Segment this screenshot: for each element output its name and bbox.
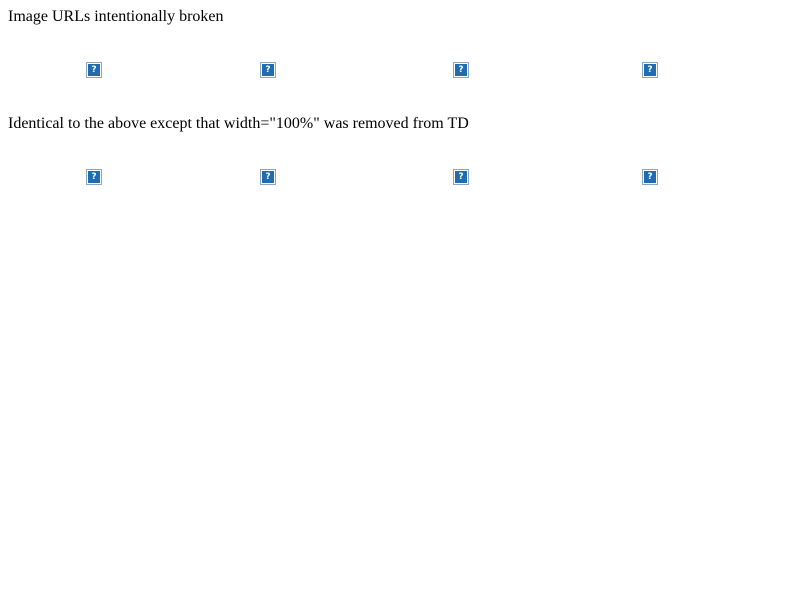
broken-image-glyph: ?: [455, 171, 467, 183]
broken-image-icon: ?: [642, 62, 658, 78]
broken-image-glyph: ?: [644, 64, 656, 76]
section-1-heading: Image URLs intentionally broken: [8, 8, 224, 25]
broken-image-icon: ?: [642, 169, 658, 185]
broken-image-icon: ?: [453, 169, 469, 185]
broken-image-icon: ?: [86, 62, 102, 78]
broken-image-glyph: ?: [644, 171, 656, 183]
broken-image-glyph: ?: [88, 171, 100, 183]
broken-image-glyph: ?: [88, 64, 100, 76]
broken-image-icon: ?: [86, 169, 102, 185]
broken-image-glyph: ?: [455, 64, 467, 76]
section-2-image-row: ? ? ? ?: [0, 169, 800, 185]
broken-image-icon: ?: [453, 62, 469, 78]
section-2-heading: Identical to the above except that width…: [8, 115, 469, 132]
broken-image-icon: ?: [260, 169, 276, 185]
broken-image-glyph: ?: [262, 64, 274, 76]
section-1-image-row: ? ? ? ?: [0, 62, 800, 78]
broken-image-glyph: ?: [262, 171, 274, 183]
broken-image-icon: ?: [260, 62, 276, 78]
